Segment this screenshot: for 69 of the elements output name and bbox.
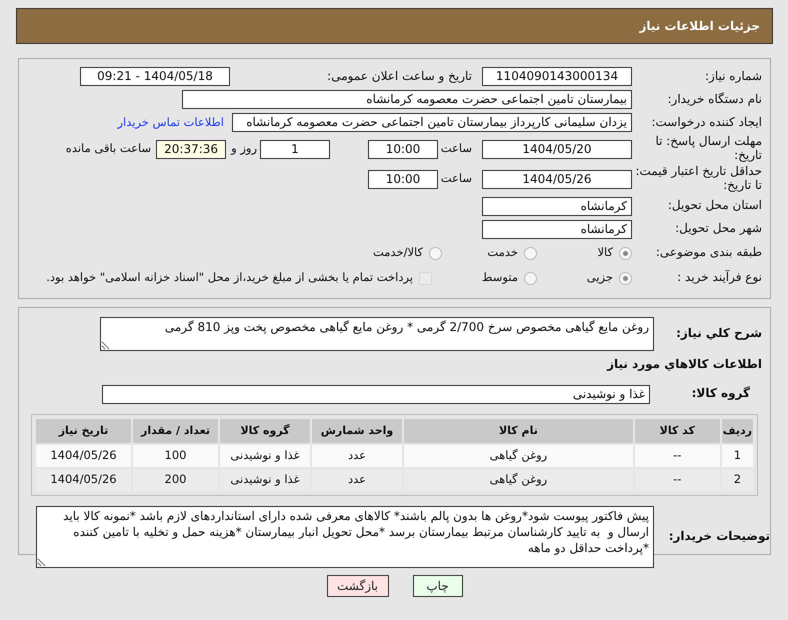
buyer-name-field: بیمارستان تامین اجتماعی حضرت معصومه کرمانشاه xyxy=(182,90,632,109)
table-cell: غذا و نوشیدنی xyxy=(220,445,310,467)
option-label: جزیی xyxy=(586,269,613,286)
announce-date-field: 1404/05/18 - 09:21 xyxy=(80,67,230,86)
section-heading: اطلاعات كالاهاي مورد نياز xyxy=(607,358,763,372)
field-label: تاریخ و ساعت اعلان عمومی: xyxy=(326,70,473,84)
table-cell: عدد xyxy=(312,445,402,467)
radio-button[interactable] xyxy=(429,246,442,260)
print-button[interactable]: چاپ xyxy=(412,575,462,597)
field-label: نوع فرآیند خرید : xyxy=(676,271,763,285)
deadline-date-field: 1404/05/20 xyxy=(482,140,632,158)
field-label: شرح كلي نياز: xyxy=(675,327,763,341)
option-label: خدمت xyxy=(487,244,518,262)
back-button[interactable]: بازگشت xyxy=(326,575,388,597)
radio-button[interactable] xyxy=(524,246,537,260)
column-header: واحد شمارش xyxy=(312,419,402,443)
requester-field: یزدان سلیمانی کارپرداز بیمارستان تامین اجتماعی حضرت معصومه کرمانشاه xyxy=(232,113,632,132)
buyer-notes-field[interactable]: پیش فاکتور پیوست شود*روغن ها بدون پالم باشند* کالاهای معرفی شده دارای استانداردهای لازم باشد *نمونه کالا باید ارسال و به تایید کارشناسان مرتبط بیمارستان برسد *محل تحویل انبار بیمارستان *هزینه حمل و تخلیه با تامین کننده *پرداخت حداقل دو ماهه xyxy=(36,506,654,568)
field-label: نام دستگاه خریدار: xyxy=(666,92,763,106)
column-header: ردیف xyxy=(722,419,753,443)
buyer-contact-link[interactable]: اطلاعات تماس خریدار xyxy=(117,114,224,132)
column-header: تاریخ نیاز xyxy=(36,419,131,443)
table-cell: 1404/05/26 xyxy=(36,445,131,467)
remaining-label: ساعت باقی مانده xyxy=(66,140,152,158)
radio-button[interactable] xyxy=(619,246,632,260)
field-label: توضیحات خریدار: xyxy=(668,530,770,544)
column-header: کد کالا xyxy=(634,419,720,443)
field-label: شهر محل تحویل: xyxy=(674,222,763,236)
field-label: استان محل تحویل: xyxy=(666,199,763,213)
summary-field[interactable]: روغن مایع گیاهی مخصوص سرخ 2/700 گرمی * روغن مایع گیاهی مخصوص پخت وپز 810 گرمی xyxy=(100,317,654,351)
table-cell: 1404/05/26 xyxy=(36,469,131,491)
days-field: 1 xyxy=(260,140,330,158)
days-label: روز و xyxy=(231,140,257,158)
radio-button[interactable] xyxy=(524,272,537,284)
validity-time-field: 10:00 xyxy=(368,170,438,188)
field-label: شماره نیاز: xyxy=(704,70,763,84)
option-label: متوسط xyxy=(482,269,518,286)
radio-button[interactable] xyxy=(619,272,632,284)
province-field: کرمانشاه xyxy=(482,196,632,216)
column-header: تعداد / مقدار xyxy=(133,419,218,443)
time-label: ساعت xyxy=(442,170,472,188)
table-cell: 1 xyxy=(722,445,753,467)
city-field: کرمانشاه xyxy=(482,220,632,238)
goods-group-field: غذا و نوشیدنی xyxy=(102,384,650,404)
table-cell: 2 xyxy=(722,469,753,491)
column-header: گروه کالا xyxy=(220,419,310,443)
option-label: کالا/خدمت xyxy=(372,244,423,262)
table-cell: -- xyxy=(634,469,720,491)
column-header: نام کالا xyxy=(404,419,633,443)
need-number-field: 1104090143000134 xyxy=(482,67,632,86)
field-label: ایجاد کننده درخواست: xyxy=(650,116,763,130)
table-cell: 200 xyxy=(133,469,218,491)
table-cell: 100 xyxy=(133,445,218,467)
payment-label: پرداخت تمام یا بخشی از مبلغ خرید،از محل "اسناد خزانه اسلامی" خواهد بود. xyxy=(46,269,413,286)
table-cell: عدد xyxy=(312,469,402,491)
field-label: مهلت ارسال پاسخ: تا تاریخ: xyxy=(654,135,763,163)
option-label: کالا xyxy=(597,244,613,262)
table-cell: -- xyxy=(634,445,720,467)
field-label: طبقه بندی موضوعی: xyxy=(654,246,763,260)
table-cell: غذا و نوشیدنی xyxy=(220,469,310,491)
table-cell: روغن گیاهی xyxy=(404,469,633,491)
header-title: جزئیات اطلاعات نیاز xyxy=(639,18,760,35)
field-label: حداقل تاریخ اعتبار قیمت: تا تاریخ: xyxy=(634,165,763,193)
remaining-time-field: 20:37:36 xyxy=(156,140,226,158)
field-label: گروه کالا: xyxy=(690,387,751,401)
table-cell: روغن گیاهی xyxy=(404,445,633,467)
deadline-time-field: 10:00 xyxy=(368,140,438,158)
validity-date-field: 1404/05/26 xyxy=(482,170,632,188)
time-label: ساعت xyxy=(442,140,472,158)
